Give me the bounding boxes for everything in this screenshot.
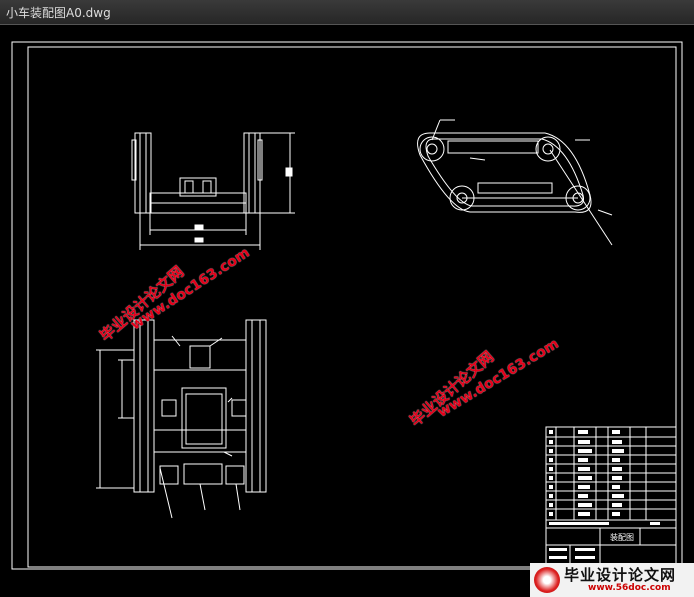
front-view [131,132,295,250]
outer-frame [11,41,683,570]
cad-drawing: 装配图 [11,41,683,570]
site-logo: 毕业设计论文网 www.56doc.com [530,563,694,597]
drawing-canvas[interactable]: 装配图 毕业设计论文网 www.doc163.com 毕业设计论文网 www.d… [0,25,694,597]
top-view [96,319,267,519]
logo-url: www.56doc.com [588,583,671,593]
logo-name: 毕业设计论文网 [564,566,677,584]
title-block-label: 装配图 [610,532,634,542]
window-title: 小车装配图A0.dwg [6,6,111,20]
window-titlebar: 小车装配图A0.dwg [0,0,694,25]
side-view [417,119,613,246]
logo-emblem-icon [534,567,560,593]
parts-list-marks [549,430,660,559]
parts-list [545,426,677,568]
